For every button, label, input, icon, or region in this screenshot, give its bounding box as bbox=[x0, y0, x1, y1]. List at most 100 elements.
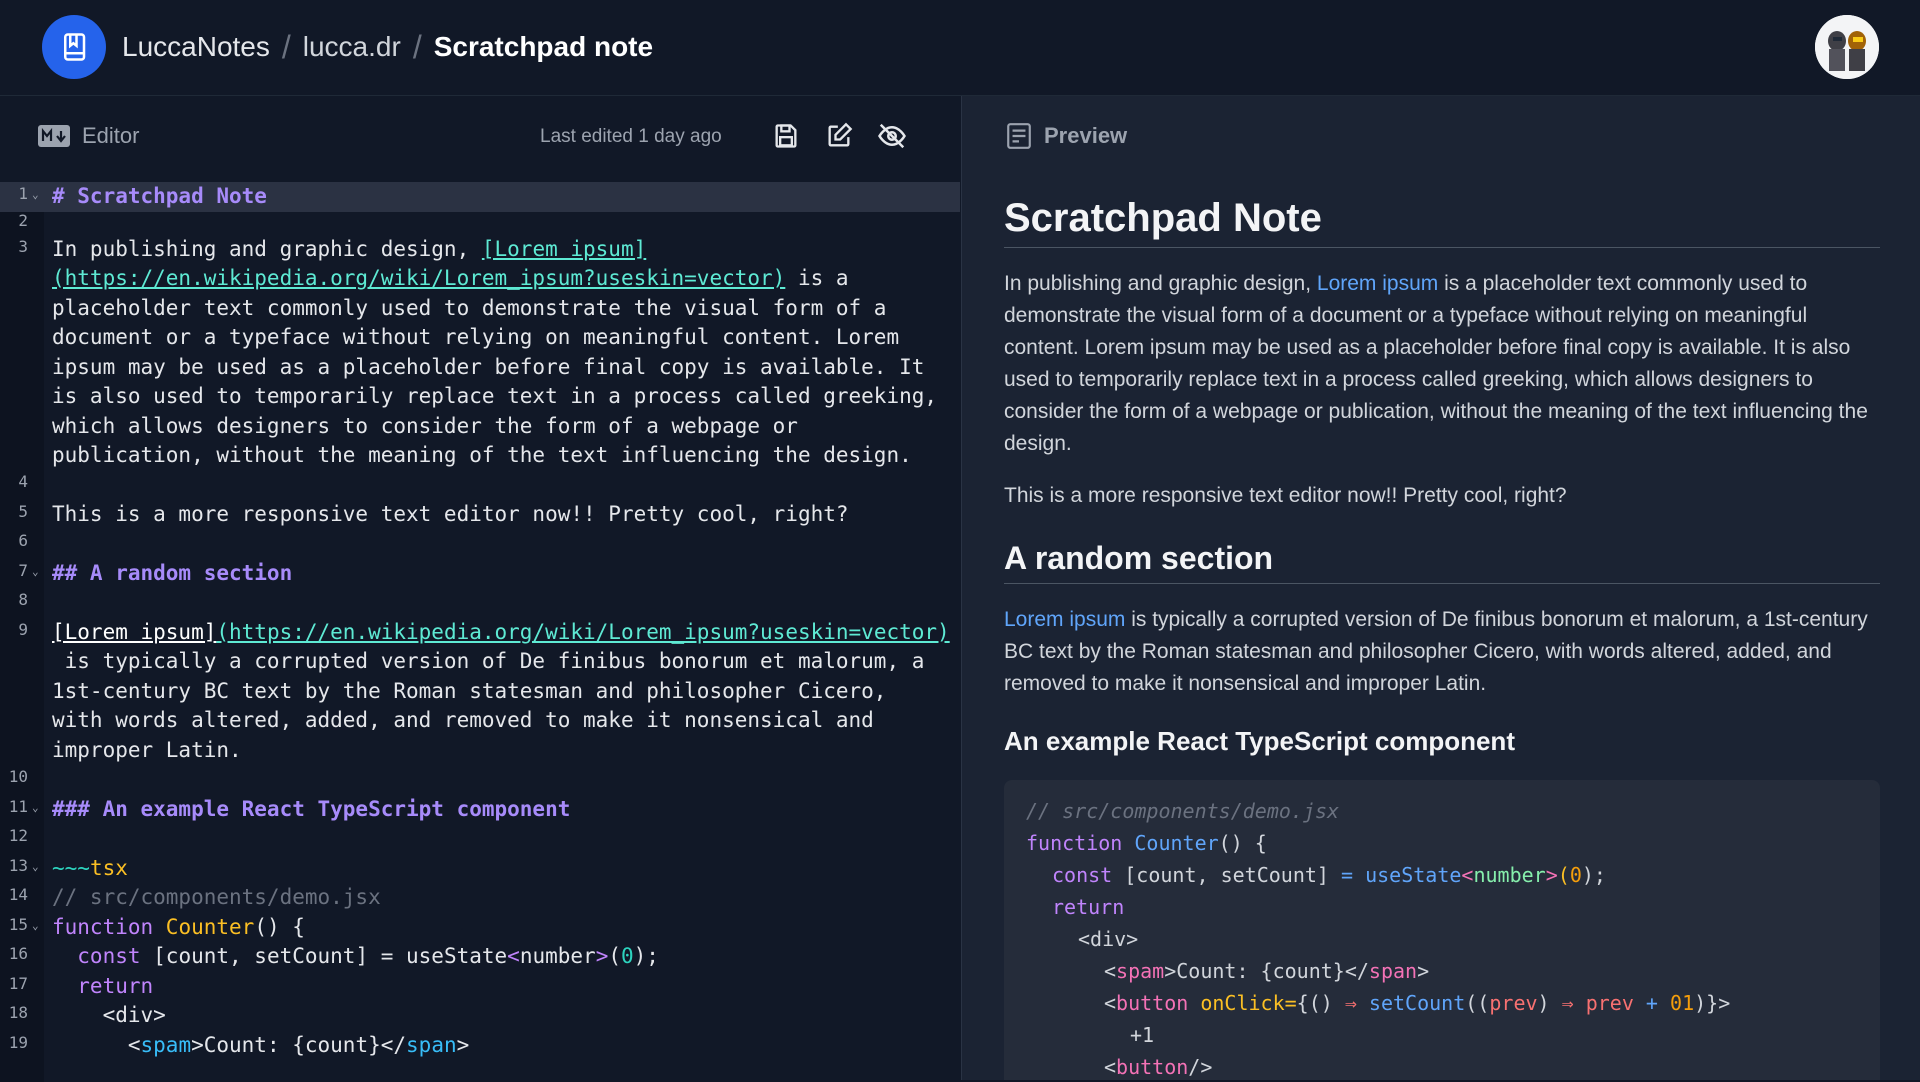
code-line[interactable]: 18 <div> bbox=[0, 1001, 960, 1031]
code-punct: ); bbox=[1581, 863, 1606, 887]
link-label[interactable]: [Lorem ipsum] bbox=[482, 237, 646, 261]
editor-pane: Editor Last edited 1 day ago 1 ⌄ # Scrat… bbox=[0, 96, 960, 1082]
code-punct: ( bbox=[1557, 863, 1570, 887]
avatar-image bbox=[1815, 15, 1879, 79]
save-button[interactable] bbox=[768, 118, 804, 154]
fold-chevron-icon[interactable]: ⌄ bbox=[32, 860, 39, 873]
code-text: publication, without the meaning of the … bbox=[52, 443, 912, 467]
code-editor[interactable]: 1 ⌄ # Scratchpad Note 2 3 In publishing … bbox=[0, 182, 960, 1082]
code-line[interactable]: 6 bbox=[0, 529, 960, 559]
code-line[interactable]: 9 [Lorem ipsum](https://en.wikipedia.org… bbox=[0, 618, 960, 648]
code-punct: > bbox=[595, 944, 609, 968]
code-punct: {() bbox=[1296, 991, 1345, 1015]
fold-chevron-icon[interactable]: ⌄ bbox=[32, 919, 39, 932]
code-type: number bbox=[1473, 863, 1546, 887]
code-line[interactable]: 10 bbox=[0, 765, 960, 795]
line-number: 9 bbox=[18, 620, 28, 639]
edit-button[interactable] bbox=[821, 118, 857, 154]
code-line[interactable]: 8 bbox=[0, 588, 960, 618]
code-line[interactable]: 14 // src/components/demo.jsx bbox=[0, 883, 960, 913]
line-number: 7 bbox=[18, 561, 28, 580]
code-text: In publishing and graphic design, [Lorem… bbox=[52, 237, 646, 261]
code-line-wrap[interactable]: is also used to temporarily replace text… bbox=[0, 382, 960, 412]
preview-subsection: An example React TypeScript component bbox=[1004, 726, 1880, 757]
code-line[interactable]: 17 return bbox=[0, 972, 960, 1002]
code-line-wrap[interactable]: publication, without the meaning of the … bbox=[0, 441, 960, 471]
line-number: 6 bbox=[18, 531, 28, 550]
fold-chevron-icon[interactable]: ⌄ bbox=[32, 188, 39, 201]
line-number: 5 bbox=[18, 502, 28, 521]
line-number: 1 bbox=[18, 184, 28, 203]
preview-header: Preview bbox=[962, 96, 1920, 176]
preview-title: Preview bbox=[1044, 123, 1128, 148]
code-text: return bbox=[52, 974, 154, 998]
code-text: const [count, setCount] = useState<numbe… bbox=[52, 944, 659, 968]
text-part: is typically a corrupted version of De f… bbox=[1004, 608, 1868, 695]
line-number: 2 bbox=[18, 211, 28, 230]
line-number: 17 bbox=[8, 974, 28, 993]
code-punct: < bbox=[1104, 1055, 1117, 1079]
code-operator: = bbox=[1341, 863, 1354, 887]
code-text: 1st-century BC text by the Roman statesm… bbox=[52, 679, 887, 703]
code-punct: > bbox=[1545, 863, 1558, 887]
code-line-wrap[interactable]: improper Latin. bbox=[0, 736, 960, 766]
breadcrumb-note-title: Scratchpad note bbox=[433, 31, 654, 62]
line-number: 18 bbox=[8, 1003, 28, 1022]
preview-paragraph: Lorem ipsum is typically a corrupted ver… bbox=[1004, 604, 1880, 700]
fold-chevron-icon[interactable]: ⌄ bbox=[32, 565, 39, 578]
code-plain: [count, setCount] = useState bbox=[140, 944, 508, 968]
line-number: 11 bbox=[8, 797, 28, 816]
code-line-wrap[interactable]: 1st-century BC text by the Roman statesm… bbox=[0, 677, 960, 707]
code-tag: spam bbox=[1116, 959, 1165, 983]
code-line[interactable]: 11 ⌄ ### An example React TypeScript com… bbox=[0, 795, 960, 825]
code-line: <button/> bbox=[1104, 1055, 1212, 1079]
preview-paragraph-text: Lorem ipsum is typically a corrupted ver… bbox=[1004, 604, 1880, 700]
code-keyword: const bbox=[1052, 863, 1113, 887]
preview-code-block: // src/components/demo.jsx function Coun… bbox=[1004, 780, 1880, 1080]
lorem-ipsum-link[interactable]: Lorem ipsum bbox=[1004, 608, 1125, 631]
code-text: which allows designers to consider the f… bbox=[52, 414, 798, 438]
code-text: [Lorem ipsum](https://en.wikipedia.org/w… bbox=[52, 620, 950, 644]
code-line: <button onClick={() ⇒ setCount((prev) ⇒ … bbox=[1104, 991, 1730, 1015]
avatar[interactable] bbox=[1815, 15, 1879, 79]
link-label[interactable]: [Lorem ipsum] bbox=[52, 620, 216, 644]
code-line-wrap[interactable]: which allows designers to consider the f… bbox=[0, 412, 960, 442]
code-line-wrap[interactable]: placeholder text commonly used to demons… bbox=[0, 294, 960, 324]
code-fence: ~~~ bbox=[52, 856, 90, 880]
code-line-wrap[interactable]: with words altered, added, and removed t… bbox=[0, 706, 960, 736]
code-line[interactable]: 3 In publishing and graphic design, [Lor… bbox=[0, 235, 960, 265]
preview-heading-1: Scratchpad Note bbox=[1004, 196, 1880, 248]
breadcrumb-app-name[interactable]: LuccaNotes bbox=[122, 31, 270, 63]
preview-pane: Preview Scratchpad Note In publishing an… bbox=[961, 96, 1920, 1080]
link-url[interactable]: (https://en.wikipedia.org/wiki/Lorem_ips… bbox=[52, 266, 785, 290]
breadcrumb-username[interactable]: lucca.dr bbox=[303, 31, 401, 63]
code-plain: +1 bbox=[1130, 1023, 1155, 1047]
code-line[interactable]: 13 ⌄ ~~~tsx bbox=[0, 854, 960, 884]
code-param: prev bbox=[1573, 991, 1634, 1015]
code-line[interactable]: 1 ⌄ # Scratchpad Note bbox=[0, 182, 960, 212]
code-line[interactable]: 15 ⌄ function Counter() { bbox=[0, 913, 960, 943]
code-text: (https://en.wikipedia.org/wiki/Lorem_ips… bbox=[52, 266, 849, 290]
code-line-wrap[interactable]: is typically a corrupted version of De f… bbox=[0, 647, 960, 677]
lorem-ipsum-link[interactable]: Lorem ipsum bbox=[1317, 272, 1438, 295]
code-line[interactable]: 7 ⌄ ## A random section bbox=[0, 559, 960, 589]
code-text: function Counter() { bbox=[52, 915, 305, 939]
code-line[interactable]: 12 bbox=[0, 824, 960, 854]
code-line[interactable]: 19 <spam>Count: {count}</span> bbox=[0, 1031, 960, 1061]
line-number: 13 bbox=[8, 856, 28, 875]
link-url[interactable]: (https://en.wikipedia.org/wiki/Lorem_ips… bbox=[216, 620, 949, 644]
breadcrumb-separator: / bbox=[412, 28, 422, 65]
code-line-wrap[interactable]: (https://en.wikipedia.org/wiki/Lorem_ips… bbox=[0, 264, 960, 294]
line-number: 4 bbox=[18, 472, 28, 491]
preview-paragraph: In publishing and graphic design, Lorem … bbox=[1004, 268, 1880, 460]
eye-off-icon bbox=[878, 123, 906, 149]
code-punct: < bbox=[1461, 863, 1474, 887]
toggle-preview-button[interactable] bbox=[874, 118, 910, 154]
code-line[interactable]: 5 This is a more responsive text editor … bbox=[0, 500, 960, 530]
code-line-wrap[interactable]: ipsum may be used as a placeholder befor… bbox=[0, 353, 960, 383]
fold-chevron-icon[interactable]: ⌄ bbox=[32, 801, 39, 814]
code-line[interactable]: 4 bbox=[0, 470, 960, 500]
app-logo[interactable] bbox=[42, 15, 106, 79]
code-line-wrap[interactable]: document or a typeface without relying o… bbox=[0, 323, 960, 353]
code-line[interactable]: 16 const [count, setCount] = useState<nu… bbox=[0, 942, 960, 972]
